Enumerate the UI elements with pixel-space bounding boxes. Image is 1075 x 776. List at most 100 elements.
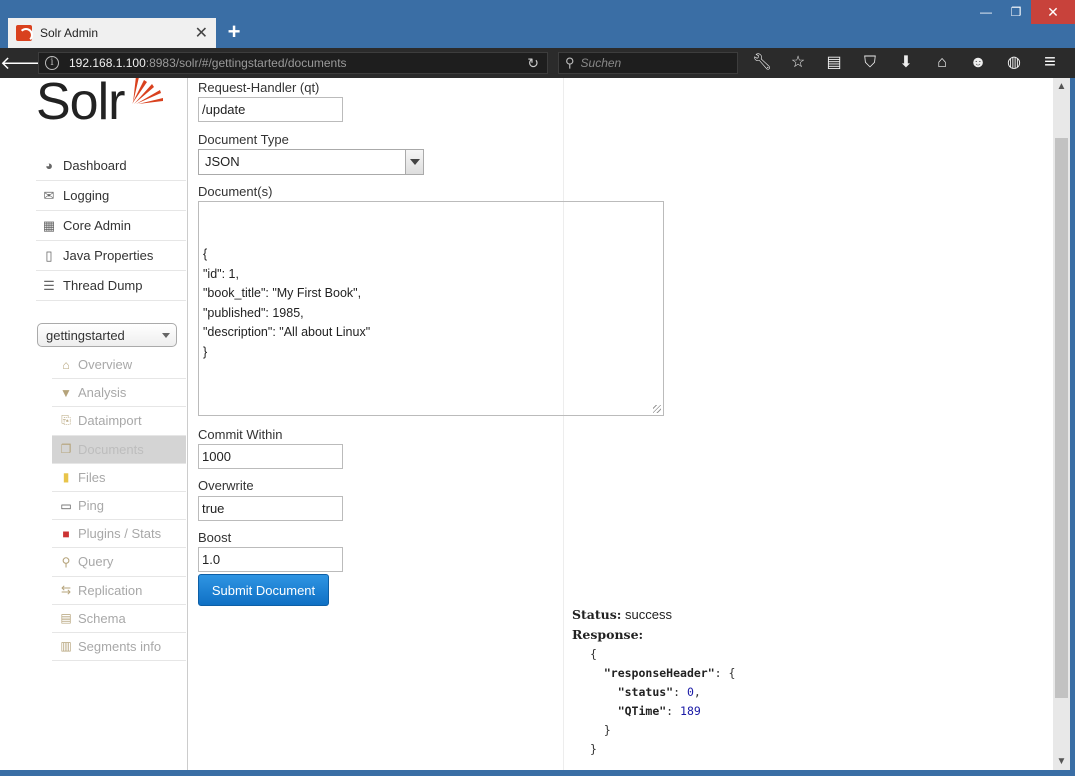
core-nav-label: Analysis bbox=[78, 385, 127, 401]
replication-icon: ⇆ bbox=[60, 583, 72, 598]
nav-label: Core Admin bbox=[63, 218, 131, 233]
core-nav-label: Documents bbox=[78, 441, 144, 457]
vertical-scrollbar[interactable]: ▲ ▼ bbox=[1053, 78, 1070, 770]
plugins-icon: ■ bbox=[62, 526, 70, 541]
browser-tab[interactable]: Solr Admin ✕ bbox=[8, 18, 216, 48]
scroll-up-icon[interactable]: ▲ bbox=[1053, 78, 1070, 95]
nav-label: Dashboard bbox=[63, 158, 127, 173]
search-bar[interactable]: ⚲ bbox=[558, 52, 738, 74]
core-nav-files[interactable]: ▮ Files bbox=[52, 464, 186, 492]
wrench-icon[interactable]: 🔧︎ bbox=[744, 48, 780, 78]
maximize-button[interactable]: ❐ bbox=[1001, 0, 1031, 24]
response-json: { "responseHeader": { "status": 0, "QTim… bbox=[590, 647, 736, 756]
chevron-down-icon bbox=[405, 150, 423, 174]
commit-within-label: Commit Within bbox=[198, 427, 283, 442]
query-icon: ⚲ bbox=[61, 554, 71, 569]
close-window-button[interactable]: ✕ bbox=[1031, 0, 1075, 24]
overwrite-label: Overwrite bbox=[198, 478, 254, 493]
nav-label: Logging bbox=[63, 188, 110, 203]
overwrite-input[interactable]: true bbox=[198, 496, 343, 521]
tab-close-icon[interactable]: ✕ bbox=[195, 23, 208, 43]
core-nav-query[interactable]: ⚲ Query bbox=[52, 548, 186, 577]
nav-logging[interactable]: ✉ Logging bbox=[36, 181, 186, 211]
documents-textarea[interactable]: { "id": 1, "book_title": "My First Book"… bbox=[198, 201, 664, 416]
solr-favicon-icon bbox=[16, 25, 33, 42]
filter-icon: ▼ bbox=[60, 385, 72, 400]
search-input[interactable] bbox=[580, 56, 721, 70]
ping-icon: ▭ bbox=[60, 498, 72, 513]
dashboard-icon: ◕ bbox=[45, 157, 53, 173]
back-arrow-icon[interactable]: 🡐 bbox=[0, 48, 48, 78]
core-nav-label: Ping bbox=[78, 498, 105, 514]
core-nav-label: Plugins / Stats bbox=[78, 526, 162, 542]
core-nav-analysis[interactable]: ▼ Analysis bbox=[52, 379, 186, 408]
sidebar: Solr ◕ Dashboard ✉ Logging ▦ Core Admin … bbox=[0, 78, 188, 770]
title-bar: Solr Admin ✕ + — ❐ ✕ bbox=[0, 0, 1075, 48]
document-type-select[interactable]: JSON bbox=[198, 149, 424, 175]
reading-list-icon[interactable]: ▤ bbox=[816, 48, 852, 78]
window-frame-right bbox=[1070, 78, 1075, 776]
core-nav-schema[interactable]: ▤ Schema bbox=[52, 605, 186, 633]
minimize-button[interactable]: — bbox=[971, 0, 1001, 24]
home-icon[interactable]: ⌂ bbox=[924, 48, 960, 78]
core-nav: ⌂ Overview ▼ Analysis ⎘ Dataimport ❐ Documen… bbox=[52, 351, 186, 662]
scroll-down-icon[interactable]: ▼ bbox=[1053, 753, 1070, 770]
core-nav-label: Query bbox=[78, 554, 114, 570]
solr-sunburst-icon bbox=[132, 78, 163, 104]
scroll-thumb[interactable] bbox=[1055, 138, 1068, 698]
reload-icon[interactable]: ↻ bbox=[527, 55, 539, 72]
submit-document-button[interactable]: Submit Document bbox=[198, 574, 329, 606]
json-value-qtime: 189 bbox=[680, 704, 701, 718]
url-bar[interactable]: i 192.168.1.100:8983/solr/#/gettingstart… bbox=[38, 52, 548, 74]
core-nav-ping[interactable]: ▭ Ping bbox=[52, 492, 186, 521]
nav-dashboard[interactable]: ◕ Dashboard bbox=[36, 151, 186, 181]
site-info-icon[interactable]: i bbox=[45, 56, 59, 70]
documents-icon: ❐ bbox=[60, 442, 72, 457]
nav-label: Java Properties bbox=[63, 248, 154, 263]
documents-label: Document(s) bbox=[198, 184, 273, 199]
status-line: Status: success bbox=[572, 607, 672, 622]
nav-core-admin[interactable]: ▦ Core Admin bbox=[36, 211, 186, 241]
core-nav-overview[interactable]: ⌂ Overview bbox=[52, 351, 186, 380]
json-key-response-header: "responseHeader" bbox=[603, 666, 715, 680]
json-inner-close: } bbox=[603, 723, 611, 737]
nav-thread-dump[interactable]: ☰ Thread Dump bbox=[36, 271, 186, 301]
hamburger-menu-icon[interactable]: ≡ bbox=[1035, 48, 1065, 78]
status-value: success bbox=[625, 607, 673, 622]
request-handler-input[interactable]: /update bbox=[198, 97, 343, 122]
json-open-brace: { bbox=[590, 647, 597, 661]
dataimport-icon: ⎘ bbox=[61, 413, 71, 428]
core-nav-label: Files bbox=[78, 469, 106, 485]
java-properties-icon: ▯ bbox=[45, 247, 53, 263]
smiley-icon[interactable]: ☻ bbox=[960, 48, 996, 78]
nav-java-properties[interactable]: ▯ Java Properties bbox=[36, 241, 186, 271]
core-selector[interactable]: gettingstarted bbox=[37, 323, 177, 347]
documents-text: { "id": 1, "book_title": "My First Book"… bbox=[203, 247, 371, 359]
window-frame-bottom bbox=[0, 770, 1075, 776]
json-key-status: "status" bbox=[617, 685, 674, 699]
star-icon[interactable]: ☆ bbox=[780, 48, 816, 78]
core-admin-icon: ▦ bbox=[42, 217, 56, 233]
core-nav-segments[interactable]: ▥ Segments info bbox=[52, 633, 186, 662]
globe-icon[interactable]: ◍ bbox=[996, 48, 1032, 78]
core-nav-dataimport[interactable]: ⎘ Dataimport bbox=[52, 407, 186, 436]
boost-input[interactable]: 1.0 bbox=[198, 547, 343, 572]
new-tab-button[interactable]: + bbox=[220, 20, 248, 46]
json-value-status: 0 bbox=[686, 685, 694, 699]
commit-within-input[interactable]: 1000 bbox=[198, 444, 343, 469]
page-content: Solr ◕ Dashboard ✉ Logging ▦ Core Admin … bbox=[0, 78, 1070, 770]
search-icon: ⚲ bbox=[565, 55, 575, 70]
files-icon: ▮ bbox=[62, 470, 70, 485]
core-nav-replication[interactable]: ⇆ Replication bbox=[52, 577, 186, 605]
core-selector-value: gettingstarted bbox=[46, 327, 125, 343]
pocket-icon[interactable]: ⛉ bbox=[852, 48, 888, 78]
resize-handle-icon[interactable] bbox=[653, 405, 661, 413]
browser-toolbar: 🡐 i 192.168.1.100:8983/solr/#/gettingsta… bbox=[0, 48, 1075, 78]
status-label: Status: bbox=[572, 607, 622, 622]
url-path: :8983/solr/#/gettingstarted/documents bbox=[145, 56, 347, 70]
core-nav-plugins[interactable]: ■ Plugins / Stats bbox=[52, 520, 186, 549]
chevron-down-icon bbox=[162, 333, 170, 338]
core-nav-documents[interactable]: ❐ Documents bbox=[52, 435, 186, 464]
boost-label: Boost bbox=[198, 530, 232, 545]
download-icon[interactable]: ⬇ bbox=[888, 48, 924, 78]
